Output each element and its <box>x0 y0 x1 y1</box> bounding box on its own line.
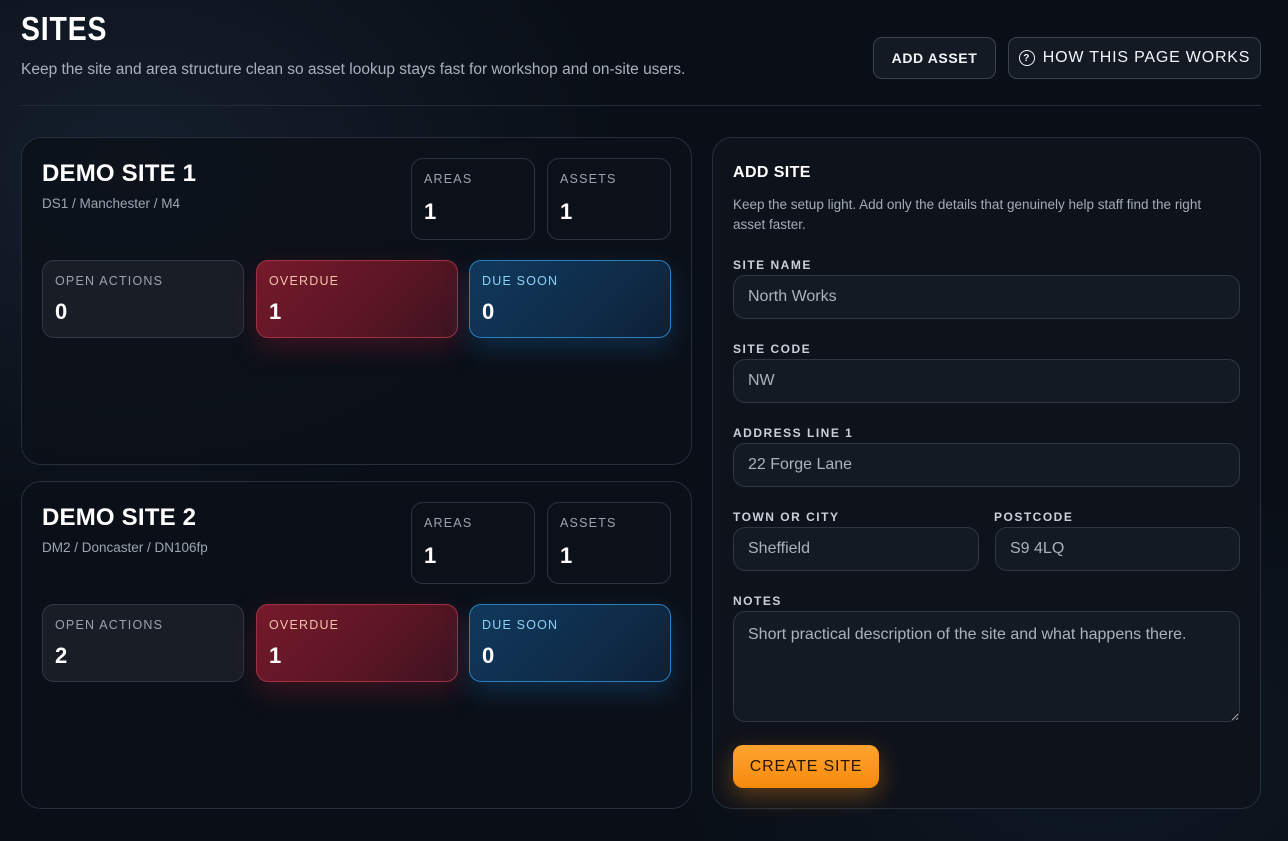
notes-label: NOTES <box>733 594 782 608</box>
assets-label: ASSETS <box>560 516 617 530</box>
areas-value: 1 <box>424 543 437 568</box>
site-name-input[interactable] <box>733 275 1240 319</box>
overdue-label: OVERDUE <box>269 618 340 632</box>
page-header: SITES Keep the site and area structure c… <box>21 0 1261 106</box>
notes-textarea[interactable] <box>733 611 1240 722</box>
page-subtitle: Keep the site and area structure clean s… <box>21 61 686 78</box>
site-card[interactable]: DEMO SITE 1 DS1 / Manchester / M4 AREAS … <box>21 137 692 465</box>
assets-value: 1 <box>560 543 573 568</box>
how-this-page-works-label: HOW THIS PAGE WORKS <box>1042 49 1251 66</box>
areas-stat: AREAS 1 <box>411 502 535 584</box>
open-actions-label: OPEN ACTIONS <box>55 274 164 288</box>
open-actions-stat: OPEN ACTIONS 0 <box>42 260 244 338</box>
open-actions-value: 2 <box>55 643 68 668</box>
town-or-city-input[interactable] <box>733 527 979 571</box>
site-card[interactable]: DEMO SITE 2 DM2 / Doncaster / DN106fp AR… <box>21 481 692 809</box>
due-soon-value: 0 <box>482 299 495 324</box>
town-or-city-label: TOWN OR CITY <box>733 510 840 524</box>
site-name-label: SITE NAME <box>733 258 812 272</box>
add-asset-button[interactable]: ADD ASSET <box>873 37 996 79</box>
site-meta: DS1 / Manchester / M4 <box>42 196 181 211</box>
areas-value: 1 <box>424 199 437 224</box>
overdue-value: 1 <box>269 299 282 324</box>
create-site-button[interactable]: CREATE SITE <box>733 745 879 788</box>
open-actions-label: OPEN ACTIONS <box>55 618 164 632</box>
site-meta: DM2 / Doncaster / DN106fp <box>42 540 208 555</box>
page-title: SITES <box>21 10 108 47</box>
assets-stat: ASSETS 1 <box>547 502 671 584</box>
overdue-label: OVERDUE <box>269 274 340 288</box>
areas-label: AREAS <box>424 516 473 530</box>
overdue-value: 1 <box>269 643 282 668</box>
due-soon-stat: DUE SOON 0 <box>469 604 671 682</box>
assets-label: ASSETS <box>560 172 617 186</box>
overdue-stat: OVERDUE 1 <box>256 260 458 338</box>
how-this-page-works-button[interactable]: ? HOW THIS PAGE WORKS <box>1008 37 1261 79</box>
site-name: DEMO SITE 2 <box>42 504 197 531</box>
postcode-input[interactable] <box>995 527 1240 571</box>
assets-stat: ASSETS 1 <box>547 158 671 240</box>
form-description: Keep the setup light. Add only the detai… <box>733 197 1202 232</box>
due-soon-stat: DUE SOON 0 <box>469 260 671 338</box>
open-actions-value: 0 <box>55 299 68 324</box>
overdue-stat: OVERDUE 1 <box>256 604 458 682</box>
due-soon-value: 0 <box>482 643 495 668</box>
areas-label: AREAS <box>424 172 473 186</box>
due-soon-label: DUE SOON <box>482 274 559 288</box>
areas-stat: AREAS 1 <box>411 158 535 240</box>
question-icon: ? <box>1018 50 1035 66</box>
due-soon-label: DUE SOON <box>482 618 559 632</box>
address-line-1-label: ADDRESS LINE 1 <box>733 426 854 440</box>
site-code-label: SITE CODE <box>733 342 812 356</box>
postcode-label: POSTCODE <box>994 510 1074 524</box>
site-code-input[interactable] <box>733 359 1240 403</box>
address-line-1-input[interactable] <box>733 443 1240 487</box>
open-actions-stat: OPEN ACTIONS 2 <box>42 604 244 682</box>
add-site-form: ADD SITE Keep the setup light. Add only … <box>712 137 1261 809</box>
site-name: DEMO SITE 1 <box>42 160 197 187</box>
assets-value: 1 <box>560 199 573 224</box>
form-title: ADD SITE <box>733 164 811 181</box>
